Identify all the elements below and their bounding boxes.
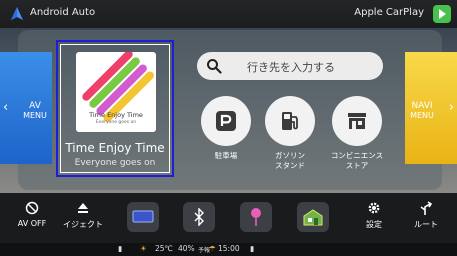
microphone-icon: [251, 208, 261, 226]
chevron-left-icon: ‹: [3, 100, 9, 115]
album-art: Time Enjoy Time Everyone goes on: [76, 52, 156, 132]
display-icon: [132, 210, 154, 223]
chevron-right-icon: ›: [448, 100, 454, 115]
main-area: ‹ AV MENU NAVI MENU › Time Enjoy Time Ev…: [0, 28, 457, 193]
home-icon: [303, 209, 323, 226]
home-button[interactable]: [297, 202, 329, 232]
poi-circle: [201, 96, 251, 146]
display-button[interactable]: [127, 202, 159, 232]
eject-icon: [78, 203, 88, 213]
microphone-button[interactable]: [240, 202, 272, 232]
settings-button[interactable]: 設定: [358, 201, 390, 230]
poi-convenience-store-button[interactable]: コンビニエンス ストア: [326, 96, 388, 171]
eject-label: イジェクト: [63, 220, 103, 229]
album-art-title: Time Enjoy Time: [89, 111, 143, 119]
power-off-icon: [25, 201, 39, 215]
sd-card-icon: ▮: [250, 244, 255, 253]
poi-label: 駐車場: [214, 151, 238, 160]
battery-icon: ▮: [118, 244, 123, 253]
humidity: 40%: [178, 244, 195, 253]
poi-parking-button[interactable]: 駐車場: [195, 96, 257, 161]
bluetooth-icon: [194, 208, 204, 226]
av-menu-button[interactable]: ‹ AV MENU: [0, 52, 52, 164]
temperature: 25℃: [155, 244, 173, 253]
bluetooth-button[interactable]: [183, 202, 215, 232]
clock: 15:00: [218, 244, 240, 253]
av-off-label: AV OFF: [17, 219, 47, 228]
destination-search-input[interactable]: 行き先を入力する: [197, 52, 383, 80]
gear-icon: [368, 202, 380, 214]
track-artist: Everyone goes on: [74, 158, 156, 168]
settings-label: 設定: [366, 220, 382, 229]
av-menu-label: AV MENU: [23, 101, 47, 120]
top-bar: Android Auto Apple CarPlay: [0, 0, 457, 28]
eject-button[interactable]: イジェクト: [58, 201, 108, 230]
search-placeholder: 行き先を入力する: [247, 61, 335, 74]
poi-circle: [265, 96, 315, 146]
route-arrow-icon: [420, 201, 433, 215]
parking-icon: [216, 111, 236, 131]
track-title: Time Enjoy Time: [65, 141, 165, 155]
carplay-label[interactable]: Apple CarPlay: [354, 7, 424, 18]
bottom-dock: AV OFF イジェクト 設定 ルート: [0, 193, 457, 243]
navi-menu-label: NAVI MENU: [410, 101, 434, 120]
gas-station-icon: [282, 112, 298, 130]
carplay-icon[interactable]: [433, 5, 451, 23]
convenience-store-icon: [348, 113, 366, 129]
poi-gas-station-button[interactable]: ガソリン スタンド: [259, 96, 321, 171]
android-auto-icon[interactable]: [9, 6, 25, 22]
route-button[interactable]: ルート: [408, 201, 444, 230]
av-off-button[interactable]: AV OFF: [12, 201, 52, 228]
album-art-subtitle: Everyone goes on: [95, 120, 137, 125]
weather-icon: ☂: [209, 244, 216, 253]
route-label: ルート: [414, 220, 438, 229]
poi-label: ガソリン スタンド: [275, 151, 305, 170]
now-playing-card[interactable]: Time Enjoy Time Everyone goes on Time En…: [56, 40, 174, 177]
android-auto-label[interactable]: Android Auto: [30, 7, 95, 18]
search-icon: [207, 59, 222, 74]
navi-menu-button[interactable]: NAVI MENU ›: [405, 52, 457, 164]
poi-label: コンビニエンス ストア: [330, 151, 384, 170]
sun-icon: ☀: [140, 244, 147, 253]
poi-circle: [332, 96, 382, 146]
status-bar: ▮ ☀ 25℃ 40% 予報 ☂ 15:00 ▮: [0, 243, 457, 256]
